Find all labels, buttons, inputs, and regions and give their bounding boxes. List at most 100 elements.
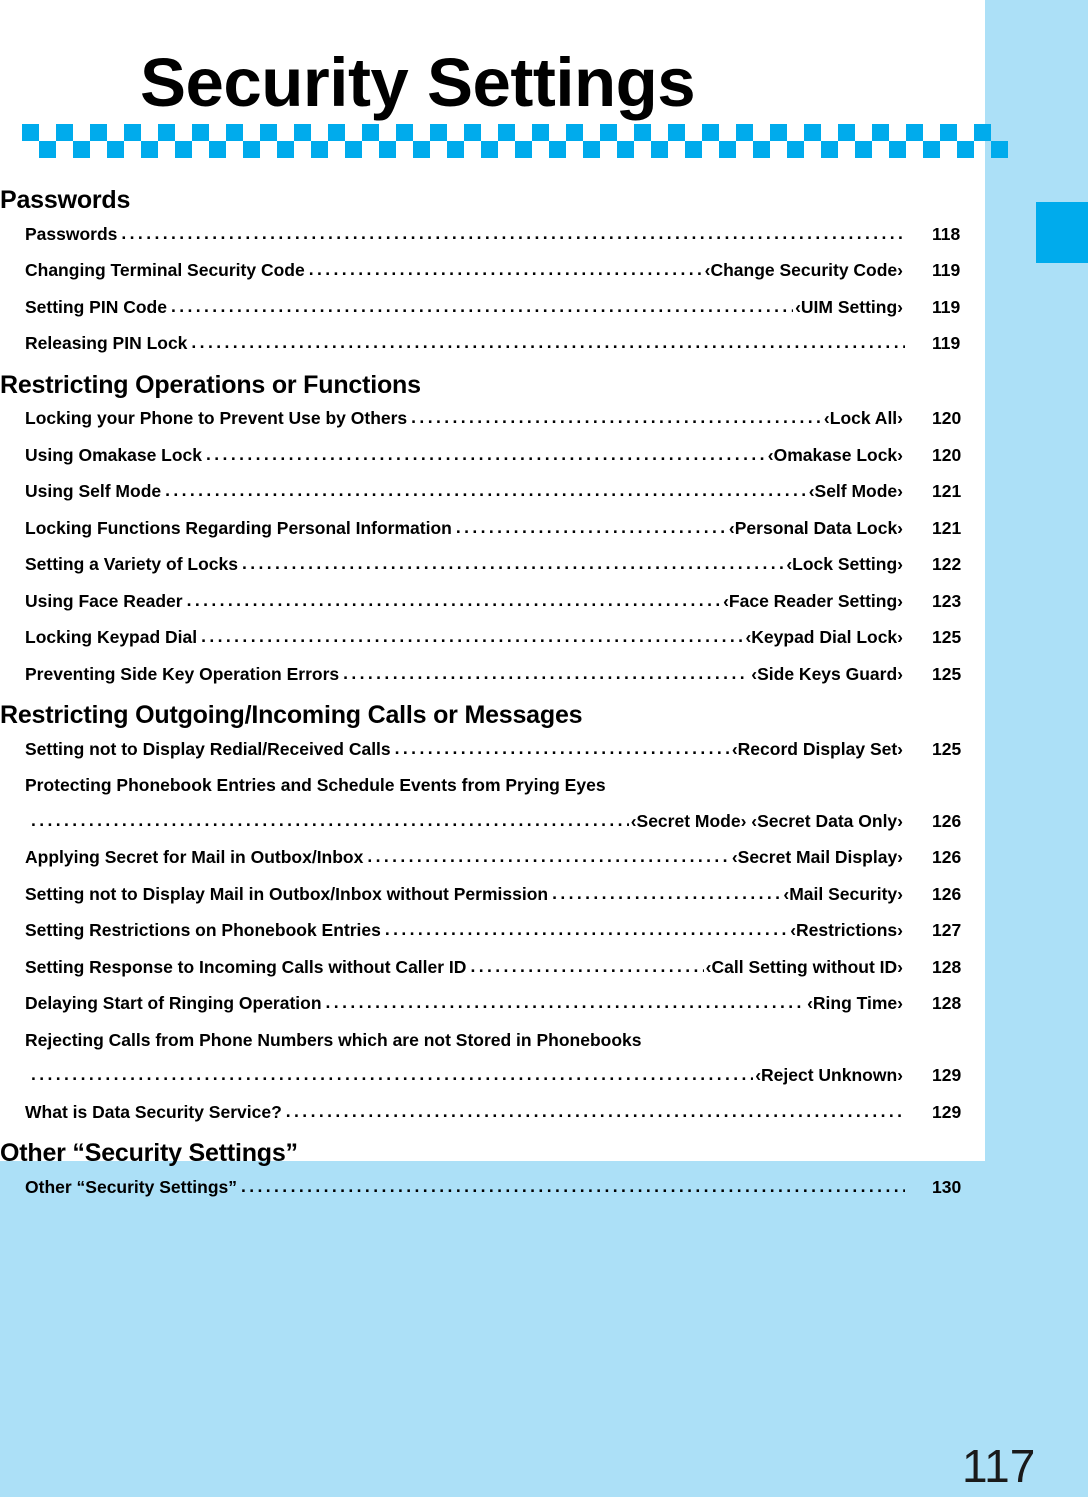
toc-entry[interactable]: Setting Response to Incoming Calls witho… bbox=[25, 950, 985, 986]
checkerboard-cell bbox=[413, 141, 430, 158]
toc-entry[interactable]: Locking your Phone to Prevent Use by Oth… bbox=[25, 401, 985, 437]
checkerboard-cell bbox=[362, 141, 379, 158]
checkerboard-cell bbox=[73, 141, 90, 158]
checkerboard-cell bbox=[141, 124, 158, 141]
checkerboard-cell bbox=[175, 141, 192, 158]
toc-entry-title: Rejecting Calls from Phone Numbers which… bbox=[25, 1029, 642, 1050]
checkerboard-cell bbox=[991, 141, 1008, 158]
checkerboard-cell bbox=[464, 141, 481, 158]
checkerboard-cell bbox=[702, 141, 719, 158]
toc-entry[interactable]: Preventing Side Key Operation Errors....… bbox=[25, 657, 985, 693]
toc-entry[interactable]: Applying Secret for Mail in Outbox/Inbox… bbox=[25, 840, 985, 876]
toc-entry[interactable]: Other “Security Settings”...............… bbox=[25, 1170, 985, 1206]
toc-entry[interactable]: Setting not to Display Redial/Received C… bbox=[25, 732, 985, 768]
toc-entry[interactable]: Locking Functions Regarding Personal Inf… bbox=[25, 511, 985, 547]
toc-dot-leader: ........................................… bbox=[384, 919, 789, 940]
toc-entry-function-name: ‹UIM Setting› bbox=[795, 296, 903, 317]
toc-entry-title: Preventing Side Key Operation Errors bbox=[25, 663, 340, 684]
checkerboard-cell bbox=[668, 124, 685, 141]
toc-entry[interactable]: Changing Terminal Security Code.........… bbox=[25, 253, 985, 289]
toc-entry-page-number: 125 bbox=[932, 627, 962, 648]
checkerboard-cell bbox=[617, 141, 634, 158]
checkerboard-cell bbox=[719, 124, 736, 141]
toc-entry-page-number: 128 bbox=[932, 956, 962, 977]
toc-entry-title: Setting not to Display Redial/Received C… bbox=[25, 738, 391, 759]
checkerboard-cell bbox=[481, 141, 498, 158]
checkerboard-cell bbox=[90, 124, 107, 141]
checkerboard-cell bbox=[209, 124, 226, 141]
toc-entry-continuation[interactable]: ........................................… bbox=[31, 804, 985, 840]
checkerboard-cell bbox=[175, 124, 192, 141]
toc-entry-function-name: ‹Change Security Code› bbox=[704, 260, 903, 281]
toc-entry-continuation[interactable]: ........................................… bbox=[31, 1058, 985, 1094]
toc-entry-title: Protecting Phonebook Entries and Schedul… bbox=[25, 775, 606, 796]
toc-entry-function-name: ‹Face Reader Setting› bbox=[723, 590, 903, 611]
toc-entry[interactable]: Protecting Phonebook Entries and Schedul… bbox=[25, 768, 985, 804]
checkerboard-cell bbox=[141, 141, 158, 158]
checkerboard-cell bbox=[430, 124, 447, 141]
checkerboard-cell bbox=[277, 141, 294, 158]
checkerboard-cell bbox=[481, 124, 498, 141]
toc-dot-leader: ........................................… bbox=[394, 737, 730, 758]
toc-section: Passwords Passwords......................… bbox=[0, 186, 985, 362]
checkerboard-cell bbox=[311, 124, 328, 141]
toc-entry[interactable]: Using Omakase Lock......................… bbox=[25, 438, 985, 474]
toc-entry-title: Releasing PIN Lock bbox=[25, 333, 188, 354]
toc-entry[interactable]: Releasing PIN Lock......................… bbox=[25, 326, 985, 362]
checkerboard-cell bbox=[22, 124, 39, 141]
toc-entry[interactable]: Setting not to Display Mail in Outbox/In… bbox=[25, 877, 985, 913]
checkerboard-cell bbox=[583, 124, 600, 141]
toc-dot-leader: ........................................… bbox=[325, 992, 806, 1013]
checkerboard-cell bbox=[498, 141, 515, 158]
toc-entry[interactable]: Locking Keypad Dial.....................… bbox=[25, 620, 985, 656]
toc-entry[interactable]: Rejecting Calls from Phone Numbers which… bbox=[25, 1023, 985, 1059]
toc-dot-leader: ........................................… bbox=[552, 882, 782, 903]
toc-entry[interactable]: Passwords...............................… bbox=[25, 217, 985, 253]
table-of-contents: Passwords Passwords......................… bbox=[0, 186, 985, 1206]
checkerboard-cell bbox=[838, 124, 855, 141]
toc-entry-page-number: 118 bbox=[932, 223, 961, 244]
toc-entry[interactable]: What is Data Security Service?..........… bbox=[25, 1095, 985, 1131]
checkerboard-cell bbox=[243, 124, 260, 141]
checkerboard-cell bbox=[736, 124, 753, 141]
toc-dot-leader: ........................................… bbox=[186, 589, 722, 610]
checkerboard-cell bbox=[651, 124, 668, 141]
checkerboard-cell bbox=[243, 141, 260, 158]
checkerboard-cell bbox=[685, 141, 702, 158]
toc-section: Restricting Outgoing/Incoming Calls or M… bbox=[0, 701, 985, 1130]
toc-entry[interactable]: Setting Restrictions on Phonebook Entrie… bbox=[25, 913, 985, 949]
toc-entry[interactable]: Setting PIN Code........................… bbox=[25, 290, 985, 326]
checkerboard-cell bbox=[668, 141, 685, 158]
toc-entry[interactable]: Using Face Reader.......................… bbox=[25, 584, 985, 620]
toc-entry-function-name: ‹Secret Mail Display› bbox=[731, 847, 903, 868]
toc-entry-page-number: 120 bbox=[932, 408, 962, 429]
checkerboard-cell bbox=[923, 124, 940, 141]
toc-entry-page-number: 125 bbox=[932, 663, 962, 684]
toc-entry-function-name: ‹Side Keys Guard› bbox=[751, 663, 903, 684]
checkerboard-cell bbox=[957, 124, 974, 141]
toc-entry-page-number: 129 bbox=[932, 1101, 962, 1122]
checkerboard-cell bbox=[770, 141, 787, 158]
toc-section: Restricting Operations or Functions Locki… bbox=[0, 371, 985, 693]
checkerboard-cell bbox=[379, 141, 396, 158]
checkerboard-cell bbox=[600, 141, 617, 158]
toc-entry-function-name: ‹Secret Mode› ‹Secret Data Only› bbox=[630, 810, 903, 831]
toc-entry[interactable]: Delaying Start of Ringing Operation.....… bbox=[25, 986, 985, 1022]
toc-entry[interactable]: Setting a Variety of Locks..............… bbox=[25, 547, 985, 583]
checkerboard-cell bbox=[90, 141, 107, 158]
toc-entry-function-name: ‹Reject Unknown› bbox=[755, 1065, 903, 1086]
checkerboard-cell bbox=[192, 141, 209, 158]
toc-dot-leader: ........................................… bbox=[201, 626, 743, 647]
toc-entry[interactable]: Using Self Mode.........................… bbox=[25, 474, 985, 510]
chapter-tab-marker bbox=[1036, 202, 1088, 263]
page-number: 117 bbox=[962, 1440, 1036, 1492]
checkerboard-cell bbox=[583, 141, 600, 158]
checkerboard-divider bbox=[22, 124, 1008, 158]
checkerboard-cell bbox=[226, 124, 243, 141]
page-title: Security Settings bbox=[140, 44, 696, 122]
checkerboard-cell bbox=[260, 124, 277, 141]
toc-dot-leader: ........................................… bbox=[241, 1175, 905, 1196]
checkerboard-cell bbox=[379, 124, 396, 141]
toc-entry-title: Changing Terminal Security Code bbox=[25, 260, 305, 281]
checkerboard-cell bbox=[889, 141, 906, 158]
